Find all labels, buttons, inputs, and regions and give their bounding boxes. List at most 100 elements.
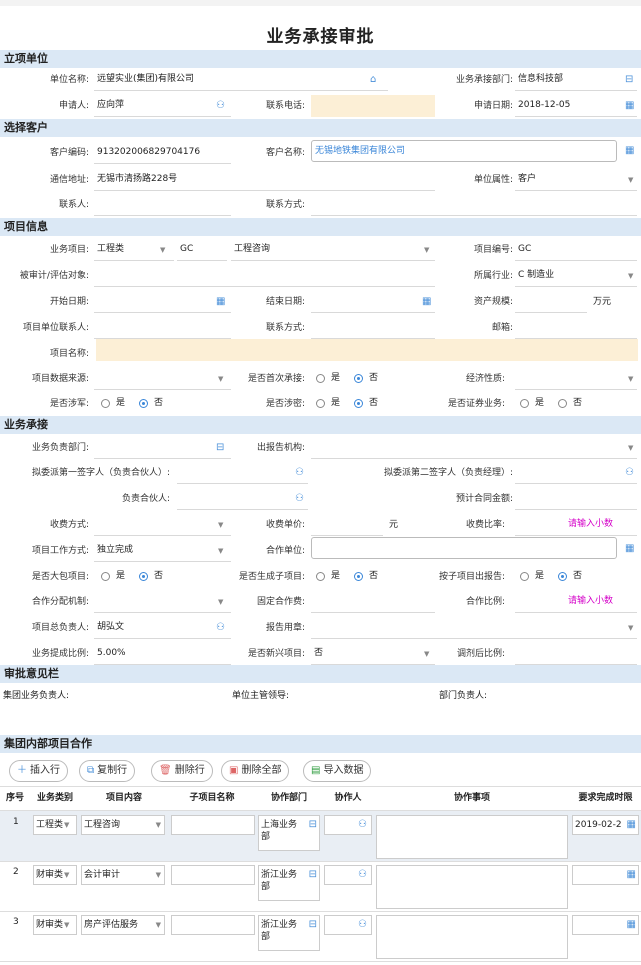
security-yes-radio[interactable] (520, 399, 529, 408)
applicant-field[interactable]: 应向萍 (94, 95, 231, 117)
row-subproject-field[interactable] (171, 865, 255, 885)
chevron-down-icon[interactable]: ▼ (424, 648, 429, 660)
chevron-down-icon[interactable]: ▼ (628, 270, 633, 282)
chevron-down-icon[interactable]: ▼ (218, 596, 223, 608)
row-category-select[interactable]: 工程类▼ (33, 815, 77, 835)
chevron-down-icon[interactable]: ▼ (628, 174, 633, 186)
calendar-icon[interactable]: ▦ (422, 296, 431, 308)
sub-no-radio[interactable] (354, 572, 363, 581)
row-dept-field[interactable]: 浙江业务部 ⊟ (258, 865, 320, 901)
big-no-radio[interactable] (139, 572, 148, 581)
delete-all-button[interactable]: ▣ 删除全部 (221, 760, 290, 782)
row-matters-field[interactable] (376, 915, 568, 959)
row-dept-field[interactable]: 上海业务部 ⊟ (258, 815, 320, 851)
contact-way-field[interactable] (311, 194, 637, 216)
cust-name-field[interactable]: 无锡地铁集团有限公司 (311, 140, 617, 162)
end-date-field[interactable] (311, 291, 435, 313)
contact-field[interactable] (94, 194, 231, 216)
calendar-icon[interactable]: ▦ (625, 100, 634, 112)
biz-item-select[interactable]: 工程咨询 (231, 239, 435, 261)
calendar-icon[interactable]: ▦ (216, 296, 225, 308)
est-amount-field[interactable] (515, 488, 637, 510)
sign1-field[interactable] (177, 462, 308, 484)
dept-select-icon[interactable]: ⊟ (216, 442, 224, 454)
user-icon[interactable]: ⚇ (295, 493, 304, 505)
chevron-down-icon[interactable]: ▼ (628, 442, 633, 454)
military-no-radio[interactable] (139, 399, 148, 408)
fixed-fee-field[interactable] (311, 591, 435, 613)
row-category-select[interactable]: 财审类▼ (33, 915, 77, 935)
fee-way-select[interactable] (94, 514, 231, 536)
report-use-select[interactable] (311, 617, 637, 639)
adj-field[interactable] (515, 643, 637, 665)
coop-unit-field[interactable] (311, 537, 617, 559)
chevron-down-icon[interactable]: ▼ (218, 545, 223, 557)
row-dept-field[interactable]: 浙江业务部 ⊟ (258, 915, 320, 951)
row-deadline-field[interactable]: ▦ (572, 865, 639, 885)
delete-row-button[interactable]: 🗑 删除行 (151, 760, 213, 782)
row-content-select[interactable]: 房产评估服务 ▼ (81, 915, 165, 935)
pm-field[interactable]: 胡弘文 (94, 617, 231, 639)
sub-report-no-radio[interactable] (558, 572, 567, 581)
row-matters-field[interactable] (376, 865, 568, 909)
dept-select-icon[interactable]: ⊟ (625, 74, 633, 86)
fee-price-field[interactable] (311, 514, 383, 536)
first-yes-radio[interactable] (316, 374, 325, 383)
chevron-down-icon[interactable]: ▼ (218, 373, 223, 385)
military-yes-radio[interactable] (101, 399, 110, 408)
unit-attr-field[interactable]: 客户 (515, 169, 637, 191)
row-category-select[interactable]: 财审类▼ (33, 865, 77, 885)
user-icon[interactable]: ⚇ (295, 467, 304, 479)
resp-dept-field[interactable] (94, 437, 231, 459)
calendar-icon[interactable]: ▦ (625, 145, 634, 157)
chevron-down-icon[interactable]: ▼ (628, 373, 633, 385)
biz-item-code-field[interactable]: GC (177, 239, 227, 261)
coop-mech-select[interactable] (94, 591, 231, 613)
chevron-down-icon[interactable]: ▼ (628, 622, 633, 634)
report-org-select[interactable] (311, 437, 637, 459)
audited-field[interactable] (94, 265, 435, 287)
import-data-button[interactable]: ▤ 导入数据 (303, 760, 372, 782)
secret-yes-radio[interactable] (316, 399, 325, 408)
dept-field[interactable]: 信息科技部 (515, 69, 637, 91)
contact-way2-field[interactable] (311, 317, 435, 339)
apply-date-field[interactable]: 2018-12-05 (515, 95, 637, 117)
row-matters-field[interactable] (376, 815, 568, 859)
sub-yes-radio[interactable] (316, 572, 325, 581)
econ-select[interactable] (515, 368, 637, 390)
cust-code-field[interactable]: 913202006829704176 (94, 142, 231, 164)
row-person-field[interactable]: ⚇ (324, 865, 372, 885)
row-person-field[interactable]: ⚇ (324, 915, 372, 935)
chevron-down-icon[interactable]: ▼ (218, 519, 223, 531)
big-yes-radio[interactable] (101, 572, 110, 581)
addr-field[interactable]: 无锡市清扬路228号 (94, 169, 435, 191)
security-no-radio[interactable] (558, 399, 567, 408)
sign2-field[interactable] (515, 462, 637, 484)
row-deadline-field[interactable]: 2019-02-2 ▦ (572, 815, 639, 835)
row-subproject-field[interactable] (171, 915, 255, 935)
row-subproject-field[interactable] (171, 815, 255, 835)
row-content-select[interactable]: 工程咨询 ▼ (81, 815, 165, 835)
chevron-down-icon[interactable]: ▼ (424, 244, 429, 256)
new-select[interactable]: 否 (311, 643, 435, 665)
row-deadline-field[interactable]: ▦ (572, 915, 639, 935)
row-person-field[interactable]: ⚇ (324, 815, 372, 835)
proj-contact-field[interactable] (94, 317, 231, 339)
proj-no-field[interactable]: GC (515, 239, 637, 261)
calendar-icon[interactable]: ▦ (625, 543, 634, 555)
secret-no-radio[interactable] (354, 399, 363, 408)
user-icon[interactable]: ⚇ (216, 100, 225, 112)
asset-field[interactable] (515, 291, 587, 313)
email-field[interactable] (515, 317, 637, 339)
phone-field[interactable] (311, 95, 435, 117)
sub-report-yes-radio[interactable] (520, 572, 529, 581)
industry-select[interactable]: C 制造业 (515, 265, 637, 287)
comm-field[interactable]: 5.00% (94, 643, 231, 665)
user-icon[interactable]: ⚇ (625, 467, 634, 479)
chevron-down-icon[interactable]: ▼ (160, 244, 165, 256)
copy-row-button[interactable]: ⧉ 复制行 (79, 760, 136, 782)
first-no-radio[interactable] (354, 374, 363, 383)
work-way-select[interactable]: 独立完成 (94, 540, 231, 562)
source-select[interactable] (94, 368, 231, 390)
building-icon[interactable]: ⌂ (370, 74, 376, 86)
